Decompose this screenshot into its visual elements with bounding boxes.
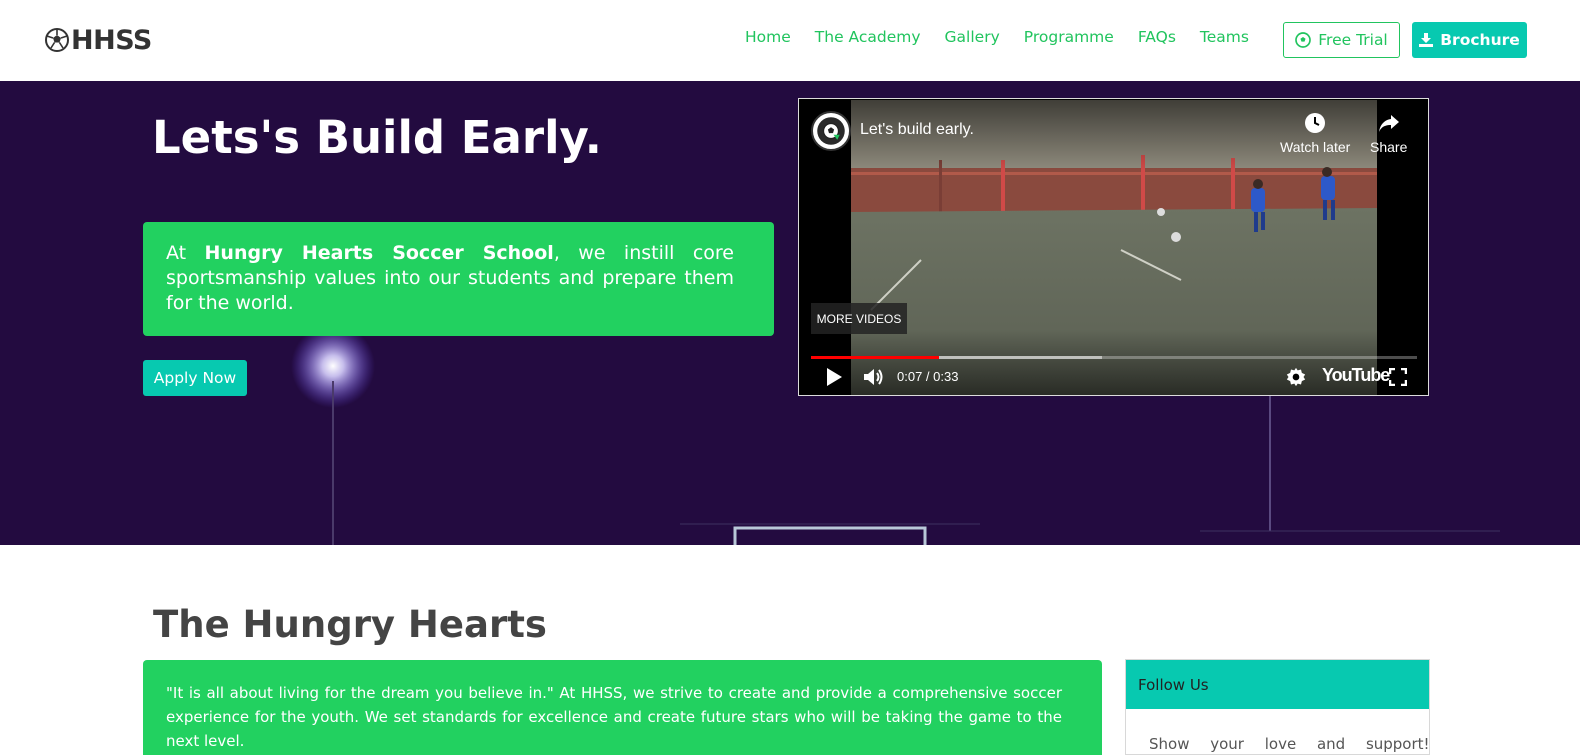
about-text: "It is all about living for the dream yo…	[166, 684, 1062, 750]
soccer-ball-icon	[45, 28, 69, 52]
channel-avatar-icon[interactable]	[811, 111, 851, 151]
free-trial-button[interactable]: Free Trial	[1283, 22, 1400, 58]
about-section-title: The Hungry Hearts	[153, 603, 547, 646]
intro-school-name: Hungry Hearts Soccer School	[204, 242, 554, 264]
youtube-logo[interactable]: YouTube	[1322, 365, 1390, 386]
top-navbar: HHSS Home The Academy Gallery Programme …	[0, 0, 1580, 81]
clock-icon	[1305, 113, 1326, 133]
youtube-video-player[interactable]: Let's build early. Watch later Share MOR…	[798, 98, 1429, 396]
nav-menu: Home The Academy Gallery Programme FAQs …	[745, 28, 1273, 46]
follow-us-card: Follow Us Show your love and support!	[1125, 659, 1430, 755]
nav-faqs[interactable]: FAQs	[1138, 28, 1176, 46]
more-videos-button[interactable]: MORE VIDEOS	[811, 303, 907, 334]
soccer-ball-icon	[1295, 32, 1312, 48]
watch-later-label: Watch later	[1280, 139, 1351, 155]
nav-teams[interactable]: Teams	[1200, 28, 1249, 46]
hero-intro-card: At Hungry Hearts Soccer School, we insti…	[143, 222, 774, 336]
nav-the-academy[interactable]: The Academy	[815, 28, 921, 46]
intro-prefix: At	[166, 242, 205, 264]
nav-gallery[interactable]: Gallery	[945, 28, 1000, 46]
watch-later-button[interactable]: Watch later	[1280, 111, 1350, 155]
nav-home[interactable]: Home	[745, 28, 791, 46]
play-icon[interactable]	[825, 367, 843, 387]
brand-logo[interactable]: HHSS	[45, 22, 152, 58]
hero-section: Lets's Build Early. At Hungry Hearts Soc…	[0, 81, 1580, 545]
nav-programme[interactable]: Programme	[1024, 28, 1114, 46]
settings-gear-icon[interactable]	[1286, 367, 1306, 387]
hero-title: Lets's Build Early.	[152, 111, 602, 164]
follow-us-heading: Follow Us	[1126, 660, 1429, 709]
share-arrow-icon	[1378, 115, 1399, 132]
follow-us-text: Show your love and support!	[1149, 735, 1430, 753]
download-icon	[1419, 33, 1434, 47]
volume-icon[interactable]	[863, 367, 885, 387]
progress-played	[811, 356, 940, 359]
about-text-card: "It is all about living for the dream yo…	[143, 660, 1102, 755]
video-title[interactable]: Let's build early.	[860, 121, 974, 139]
free-trial-label: Free Trial	[1318, 31, 1388, 49]
brochure-label: Brochure	[1440, 31, 1520, 49]
video-time: 0:07 / 0:33	[897, 369, 959, 384]
fullscreen-icon[interactable]	[1389, 368, 1407, 386]
brand-name: HHSS	[71, 24, 152, 56]
share-button[interactable]: Share	[1370, 111, 1407, 155]
share-label: Share	[1370, 139, 1408, 155]
video-progress-bar[interactable]	[811, 356, 1417, 359]
brochure-download-button[interactable]: Brochure	[1412, 22, 1527, 58]
apply-now-button[interactable]: Apply Now	[143, 360, 247, 396]
